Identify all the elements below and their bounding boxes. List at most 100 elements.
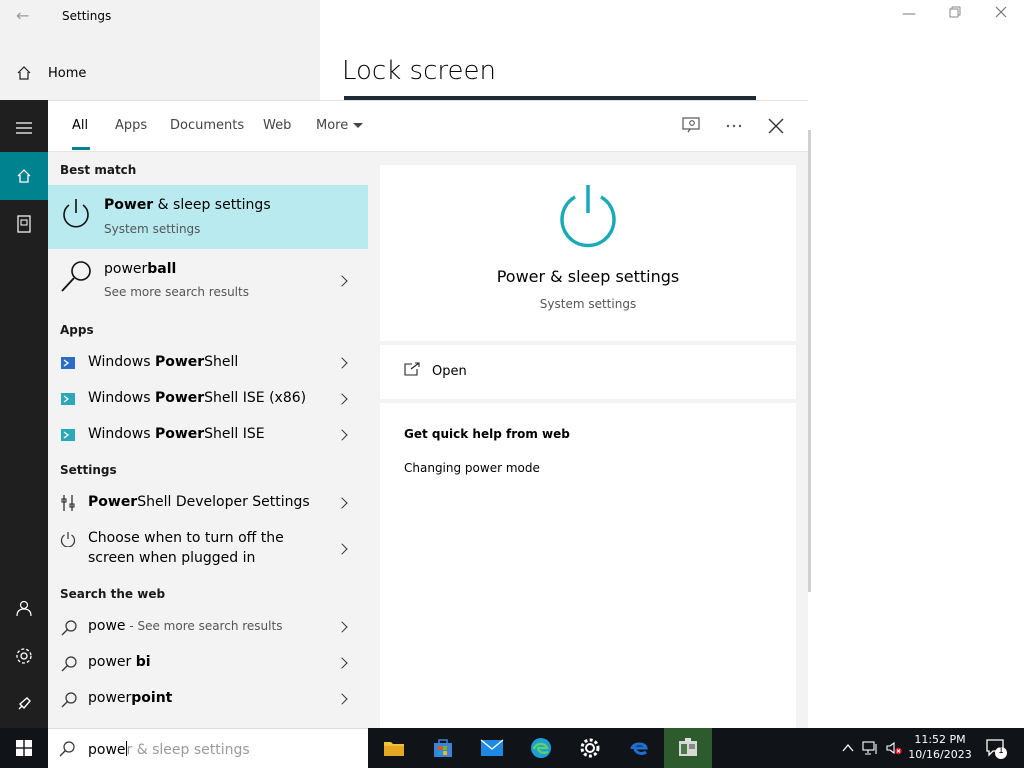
web-suggest-plain: power <box>88 654 136 670</box>
web-suggest-suffix: - See more search results <box>125 619 283 633</box>
more-options-icon[interactable] <box>723 115 745 137</box>
chevron-right-icon[interactable] <box>336 393 348 405</box>
web-suggestion-result[interactable]: powerball See more search results <box>48 249 368 313</box>
app-title-pre: Windows <box>88 426 155 442</box>
expand-menu-button[interactable] <box>0 104 48 152</box>
page-heading: Lock screen <box>342 56 496 86</box>
settings-app-button[interactable] <box>566 728 614 768</box>
tab-more[interactable]: More <box>316 118 364 133</box>
chevron-right-icon[interactable] <box>336 429 348 441</box>
setting-title-post: Shell Developer Settings <box>137 494 310 510</box>
web-search-suggestion[interactable]: powerpoint <box>48 681 368 717</box>
power-icon <box>60 532 76 547</box>
app-result-title: Windows PowerShell ISE (x86) <box>88 390 306 406</box>
notification-count: 1 <box>998 746 1004 756</box>
web-search-suggestion-text: powerpoint <box>88 690 172 706</box>
back-arrow-icon[interactable]: ← <box>16 6 29 25</box>
home-icon <box>17 169 31 183</box>
tab-documents[interactable]: Documents <box>170 118 244 133</box>
edge-button[interactable] <box>517 728 565 768</box>
search-icon <box>61 656 77 672</box>
open-action[interactable]: Open <box>380 345 796 399</box>
ie-button[interactable] <box>615 728 663 768</box>
window-edge <box>808 130 811 592</box>
close-icon <box>995 6 1007 18</box>
search-icon <box>61 692 77 708</box>
app-title-post: Shell <box>204 354 239 370</box>
active-app-button[interactable] <box>664 728 712 768</box>
app-result-title: Windows PowerShell ISE <box>88 426 265 442</box>
edge-icon <box>531 738 551 758</box>
mail-button[interactable] <box>468 728 516 768</box>
file-explorer-button[interactable] <box>370 728 418 768</box>
best-match-heading: Best match <box>60 163 137 177</box>
home-icon <box>17 66 31 80</box>
chevron-right-icon[interactable] <box>336 657 348 669</box>
close-window-button[interactable] <box>986 6 1016 26</box>
rail-settings-button[interactable] <box>0 632 48 680</box>
chevron-right-icon[interactable] <box>336 497 348 509</box>
start-rail <box>0 100 48 728</box>
preview-subtitle: System settings <box>539 297 637 311</box>
search-input[interactable]: power & sleep settings <box>48 728 368 768</box>
preview-title: Power & sleep settings <box>496 267 680 286</box>
results-list: Best match Power & sleep settings System… <box>48 153 368 729</box>
start-button[interactable] <box>0 728 48 768</box>
action-center-button[interactable]: 1 <box>984 736 1008 760</box>
user-icon <box>16 600 32 616</box>
best-match-result[interactable]: Power & sleep settings System settings <box>48 185 368 249</box>
tab-all[interactable]: All <box>72 118 88 133</box>
app-title-pre: Windows <box>88 390 155 406</box>
rail-feedback-button[interactable] <box>0 680 48 728</box>
web-suggestion-bold: ball <box>147 261 177 277</box>
restore-button[interactable] <box>940 6 970 26</box>
powershell-ise-icon <box>61 429 75 441</box>
web-suggest-bold: point <box>131 690 173 706</box>
search-tabs: All Apps Documents Web More <box>48 101 808 152</box>
web-suggest-bold: bi <box>135 654 151 670</box>
feedback-icon[interactable] <box>681 115 703 137</box>
close-icon[interactable] <box>765 115 787 137</box>
setting-result[interactable]: PowerShell Developer Settings <box>48 485 368 521</box>
search-icon <box>61 261 91 292</box>
clock[interactable]: 11:52 PM 10/16/2023 <box>904 732 976 762</box>
web-search-suggestion[interactable]: power bi <box>48 645 368 681</box>
minimize-button[interactable]: — <box>894 6 924 26</box>
app-title-post: Shell ISE <box>204 426 265 442</box>
best-match-subtitle: System settings <box>104 222 201 236</box>
feedback-icon <box>18 697 31 710</box>
chevron-right-icon[interactable] <box>336 543 348 555</box>
web-search-suggestion[interactable]: powe - See more search results <box>48 609 368 645</box>
active-tab-indicator <box>72 147 90 150</box>
chevron-right-icon[interactable] <box>336 357 348 369</box>
rail-documents-button[interactable] <box>0 200 48 248</box>
quick-help-link[interactable]: Changing power mode <box>404 461 540 475</box>
network-icon[interactable] <box>862 740 878 756</box>
chevron-right-icon[interactable] <box>336 275 348 287</box>
settings-home-item[interactable]: Home <box>0 60 320 88</box>
search-query: power & sleep settings <box>88 741 250 758</box>
powershell-ise-icon <box>61 393 75 405</box>
store-button[interactable] <box>419 728 467 768</box>
app-result[interactable]: Windows PowerShell ISE (x86) <box>48 381 368 417</box>
web-suggest-plain: powe <box>88 618 126 634</box>
power-icon <box>63 199 89 228</box>
settings-title: Settings <box>62 9 112 23</box>
setting-result[interactable]: Choose when to turn off the screen when … <box>48 521 368 577</box>
app-result-title: Windows PowerShell <box>88 354 238 370</box>
app-window-icon <box>679 738 697 756</box>
clock-date: 10/16/2023 <box>908 748 972 761</box>
apps-heading: Apps <box>60 323 94 337</box>
rail-home-button[interactable] <box>0 152 48 200</box>
tab-apps[interactable]: Apps <box>115 118 147 133</box>
volume-muted-icon[interactable] <box>886 740 902 756</box>
folder-icon <box>384 742 404 756</box>
chevron-right-icon[interactable] <box>336 621 348 633</box>
tab-web[interactable]: Web <box>263 118 291 133</box>
chevron-up-icon[interactable] <box>840 740 856 756</box>
app-title-bold: Power <box>154 390 205 406</box>
chevron-right-icon[interactable] <box>336 693 348 705</box>
app-result[interactable]: Windows PowerShell ISE <box>48 417 368 453</box>
app-result[interactable]: Windows PowerShell <box>48 345 368 381</box>
rail-account-button[interactable] <box>0 584 48 632</box>
